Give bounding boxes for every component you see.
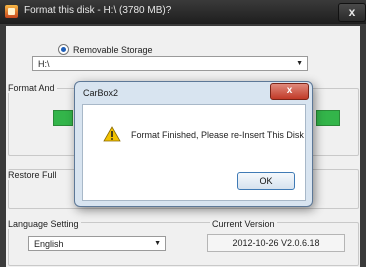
version-display: 2012-10-26 V2.0.6.18 bbox=[207, 234, 345, 252]
format-window: Format this disk - H:\ (3780 MB)? x Remo… bbox=[0, 0, 366, 267]
window-title: Format this disk - H:\ (3780 MB)? bbox=[24, 5, 172, 16]
version-value: 2012-10-26 V2.0.6.18 bbox=[232, 238, 320, 248]
restore-group-label: Restore Full bbox=[6, 170, 59, 180]
chevron-down-icon: ▼ bbox=[154, 240, 161, 247]
radio-selected-icon bbox=[58, 44, 69, 55]
app-icon bbox=[5, 5, 18, 18]
dialog-body: Format Finished, Please re-Insert This D… bbox=[82, 104, 306, 201]
language-value: English bbox=[34, 239, 64, 249]
progress-bar-left bbox=[53, 110, 73, 126]
ok-button[interactable]: OK bbox=[237, 172, 295, 190]
dialog-close-button[interactable]: x bbox=[270, 83, 309, 100]
message-dialog: CarBox2 x Format Finished, Please re-Ins… bbox=[74, 81, 313, 207]
drive-value: H:\ bbox=[38, 59, 50, 69]
language-select[interactable]: English ▼ bbox=[28, 236, 166, 251]
current-version-label: Current Version bbox=[210, 219, 277, 229]
warning-icon bbox=[103, 126, 121, 142]
removable-storage-radio[interactable]: Removable Storage bbox=[58, 44, 153, 55]
chevron-down-icon: ▼ bbox=[296, 60, 303, 67]
dialog-title: CarBox2 bbox=[83, 88, 119, 98]
dialog-message: Format Finished, Please re-Insert This D… bbox=[131, 130, 304, 140]
close-button[interactable]: x bbox=[338, 3, 366, 22]
title-bar[interactable]: Format this disk - H:\ (3780 MB)? x bbox=[0, 0, 366, 24]
drive-select[interactable]: H:\ ▼ bbox=[32, 56, 308, 71]
removable-storage-label: Removable Storage bbox=[73, 44, 153, 55]
language-setting-label: Language Setting bbox=[6, 219, 81, 229]
progress-bar-right bbox=[316, 110, 340, 126]
format-group-label: Format And bbox=[6, 83, 57, 93]
